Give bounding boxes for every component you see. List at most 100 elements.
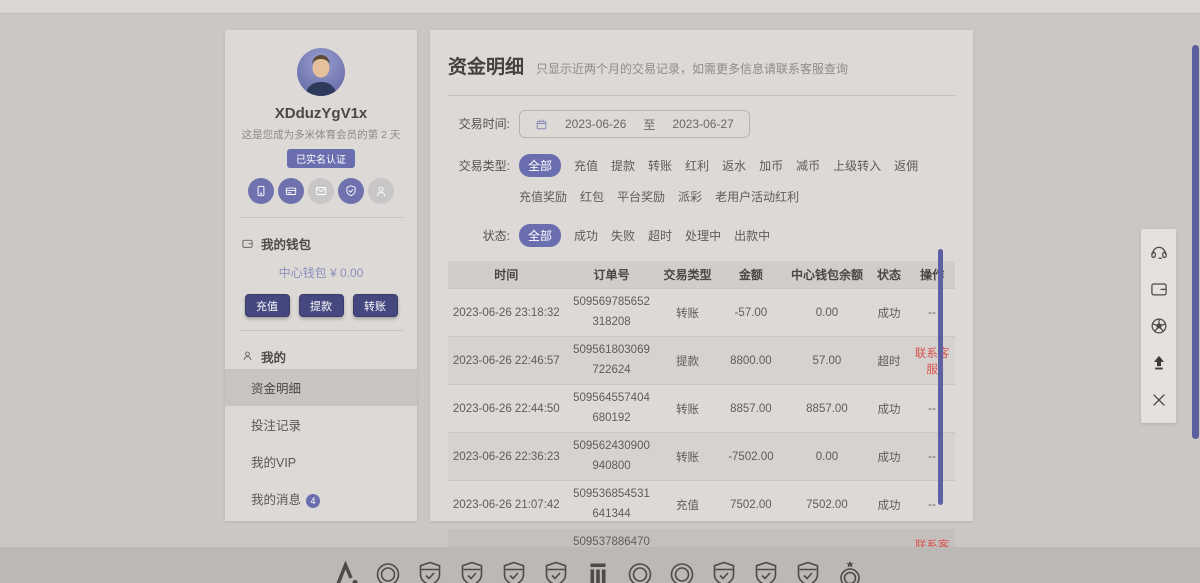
cell-type: 转账 (658, 401, 716, 417)
table-row: 2023-06-26 21:07:42509536854531641344充值7… (448, 480, 955, 528)
type-pill-加币[interactable]: 加币 (759, 154, 783, 177)
sydney-fc-logo (458, 559, 486, 583)
status-pill-成功[interactable]: 成功 (574, 224, 598, 247)
column-header-时间: 时间 (448, 266, 565, 283)
cell-balance: 8857.00 (785, 403, 869, 415)
cell-type: 充值 (658, 497, 716, 513)
cell-action: -- (909, 499, 955, 511)
member-note: 这是您成为多米体育会员的第 2 天 (225, 127, 417, 142)
verify-icons-row (225, 178, 417, 204)
cell-action: -- (909, 403, 955, 415)
verify-user-icon[interactable] (368, 178, 394, 204)
status-pill-处理中[interactable]: 处理中 (685, 224, 721, 247)
wallet-button-充值[interactable]: 充值 (245, 294, 290, 317)
divider (239, 217, 403, 218)
page-scrollbar[interactable] (1192, 45, 1199, 439)
divider (239, 330, 403, 331)
type-pill-老用户活动红利[interactable]: 老用户活动红利 (715, 185, 799, 208)
cell-balance: 57.00 (785, 355, 869, 367)
table-row: 2023-06-26 23:18:32509569785652318208转账-… (448, 288, 955, 336)
type-pill-红利[interactable]: 红利 (685, 154, 709, 177)
status-pill-全部[interactable]: 全部 (519, 224, 561, 247)
type-pill-充值奖励[interactable]: 充值奖励 (519, 185, 567, 208)
type-filter-label: 交易类型: (448, 152, 510, 174)
sidebar-item-label: 资金明细 (251, 382, 301, 396)
status-pill-超时[interactable]: 超时 (648, 224, 672, 247)
cell-balance: 0.00 (785, 307, 869, 319)
cell-order-number: 509564557404680192 (565, 385, 659, 432)
football-icon[interactable] (1149, 316, 1169, 336)
type-pill-平台奖励[interactable]: 平台奖励 (617, 185, 665, 208)
a-league-logo (332, 559, 360, 583)
wallet-button-提款[interactable]: 提款 (299, 294, 344, 317)
column-header-订单号: 订单号 (565, 266, 659, 283)
sidebar-item-资金明细[interactable]: 资金明细 (225, 369, 417, 406)
type-pill-红包[interactable]: 红包 (580, 185, 604, 208)
date-from[interactable]: 2023-06-26 (565, 117, 626, 131)
status-filter-row: 状态: 全部成功失败超时处理中出款中 (448, 222, 955, 247)
column-header-操作: 操作 (909, 266, 955, 283)
team-badge-shield-2 (542, 559, 570, 583)
page-subtitle: 只显示近两个月的交易记录，如需更多信息请联系客服查询 (536, 60, 848, 77)
column-header-状态: 状态 (869, 266, 910, 283)
type-pill-返水[interactable]: 返水 (722, 154, 746, 177)
wellington-phoenix-logo (668, 559, 696, 583)
cell-amount: 8857.00 (717, 403, 785, 415)
sidebar-item-我的VIP[interactable]: 我的VIP (225, 443, 417, 480)
funds-detail-panel: 资金明细 只显示近两个月的交易记录，如需更多信息请联系客服查询 交易时间: 20… (430, 30, 973, 521)
cell-status: 成功 (869, 449, 910, 465)
sidebar-item-我的消息[interactable]: 我的消息4 (225, 480, 417, 517)
cell-status: 超时 (869, 353, 910, 369)
status-filter-label: 状态: (448, 222, 510, 244)
calendar-icon (535, 118, 548, 131)
type-pill-返佣[interactable]: 返佣 (894, 154, 918, 177)
type-pill-减币[interactable]: 减币 (796, 154, 820, 177)
date-range-picker[interactable]: 2023-06-26 至 2023-06-27 (519, 110, 750, 138)
type-filter-pills: 全部充值提款转账红利返水加币减币上级转入返佣充值奖励红包平台奖励派彩老用户活动红… (519, 152, 955, 208)
type-pill-全部[interactable]: 全部 (519, 154, 561, 177)
contact-support-link[interactable]: 联系客服 (909, 345, 955, 377)
top-strip (0, 0, 1200, 14)
cell-amount: 8800.00 (717, 355, 785, 367)
menu-group-label: 我的 (261, 347, 286, 366)
type-pill-派彩[interactable]: 派彩 (678, 185, 702, 208)
type-pill-提款[interactable]: 提款 (611, 154, 635, 177)
page-title: 资金明细 (448, 52, 524, 79)
profile-sidebar: XDduzYgV1x 这是您成为多米体育会员的第 2 天 已实名认证 我的钱包 … (225, 30, 417, 521)
date-to[interactable]: 2023-06-27 (672, 117, 733, 131)
team-badge-shield-5 (794, 559, 822, 583)
team-badge-shield-3 (710, 559, 738, 583)
verify-shield-check-icon[interactable] (338, 178, 364, 204)
type-pill-上级转入[interactable]: 上级转入 (833, 154, 881, 177)
status-pill-失败[interactable]: 失败 (611, 224, 635, 247)
table-scrollbar[interactable] (938, 249, 943, 505)
transactions-table: 时间订单号交易类型金额中心钱包余额状态操作 2023-06-26 23:18:3… (448, 261, 955, 577)
wallet-buttons-row: 充值提款转账 (225, 294, 417, 317)
wallet-icon[interactable] (1149, 279, 1169, 299)
verify-mail-icon[interactable] (308, 178, 334, 204)
cell-status: 成功 (869, 401, 910, 417)
verify-phone-icon[interactable] (248, 178, 274, 204)
footer (0, 547, 1200, 583)
type-pill-充值[interactable]: 充值 (574, 154, 598, 177)
wallet-button-转账[interactable]: 转账 (353, 294, 398, 317)
wallet-icon (241, 237, 254, 250)
sidebar-item-投注记录[interactable]: 投注记录 (225, 406, 417, 443)
back-to-top-icon[interactable] (1149, 353, 1169, 373)
type-pill-转账[interactable]: 转账 (648, 154, 672, 177)
close-icon[interactable] (1149, 390, 1169, 410)
divider (239, 530, 403, 531)
wallet-section-header: 我的钱包 (225, 231, 417, 256)
cell-order-number: 509569785652318208 (565, 289, 659, 336)
headset-icon[interactable] (1149, 242, 1169, 262)
cell-time: 2023-06-26 22:36:23 (448, 451, 565, 463)
menu-group-header: 我的 (225, 344, 417, 369)
status-pill-出款中[interactable]: 出款中 (734, 224, 770, 247)
western-united-logo (584, 559, 612, 583)
column-header-金额: 金额 (717, 266, 785, 283)
column-header-中心钱包余额: 中心钱包余额 (785, 266, 869, 283)
member-center-page: XDduzYgV1x 这是您成为多米体育会员的第 2 天 已实名认证 我的钱包 … (0, 0, 1200, 583)
verify-bank-card-icon[interactable] (278, 178, 304, 204)
cell-time: 2023-06-26 22:46:57 (448, 355, 565, 367)
sidebar-item-label: 我的消息 (251, 493, 301, 507)
